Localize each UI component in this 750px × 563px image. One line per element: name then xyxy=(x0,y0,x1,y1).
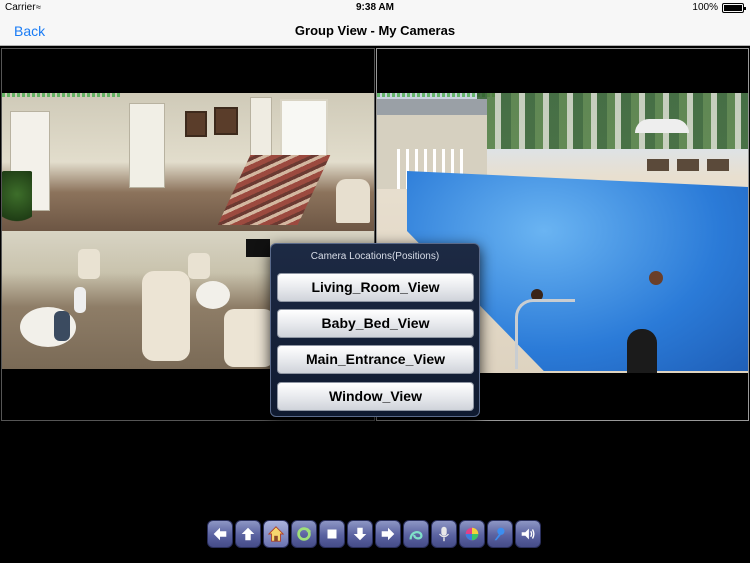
hallway-video-feed xyxy=(2,93,374,231)
arrow-down-icon[interactable] xyxy=(347,520,373,548)
microphone-icon[interactable] xyxy=(431,520,457,548)
location-option-living-room[interactable]: Living_Room_View xyxy=(277,273,474,302)
patrol-icon[interactable] xyxy=(403,520,429,548)
stop-icon[interactable] xyxy=(319,520,345,548)
popup-title: Camera Locations(Positions) xyxy=(310,251,440,262)
page-title: Group View - My Cameras xyxy=(294,23,456,38)
home-icon[interactable] xyxy=(263,520,289,548)
color-wheel-icon[interactable] xyxy=(459,520,485,548)
status-bar: Carrier ≈ 9:38 AM 100% xyxy=(0,0,750,16)
arrow-right-icon[interactable] xyxy=(375,520,401,548)
battery-percent: 100% xyxy=(692,2,718,13)
arrow-left-icon[interactable] xyxy=(207,520,233,548)
battery-icon xyxy=(722,3,746,13)
location-option-window[interactable]: Window_View xyxy=(277,382,474,411)
arrow-up-icon[interactable] xyxy=(235,520,261,548)
rotate-icon[interactable] xyxy=(291,520,317,548)
pin-icon[interactable] xyxy=(487,520,513,548)
clock: 9:38 AM xyxy=(356,2,394,13)
ptz-toolbar xyxy=(207,520,541,550)
location-option-main-entrance[interactable]: Main_Entrance_View xyxy=(277,345,474,374)
speaker-icon[interactable] xyxy=(515,520,541,548)
video-overlay xyxy=(2,93,122,97)
location-option-baby-bed[interactable]: Baby_Bed_View xyxy=(277,309,474,338)
camera-locations-popup: Camera Locations(Positions) Living_Room_… xyxy=(270,243,480,417)
navigation-bar: Back Group View - My Cameras xyxy=(0,16,750,46)
